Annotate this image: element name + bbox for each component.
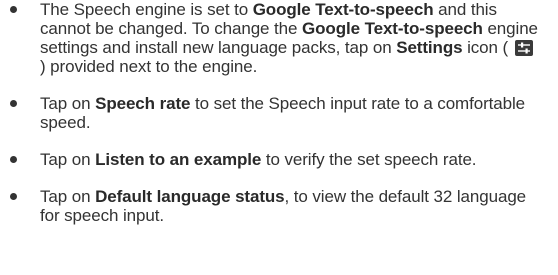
plain-text: Tap on: [40, 187, 96, 206]
bullet-list: The Speech engine is set to Google Text-…: [0, 0, 558, 243]
plain-text: Tap on: [40, 94, 96, 113]
plain-text: The Speech engine is set to: [40, 0, 253, 19]
bullet-icon: [10, 100, 17, 107]
document-page: The Speech engine is set to Google Text-…: [0, 0, 558, 275]
list-item: Tap on Speech rate to set the Speech inp…: [0, 94, 558, 132]
bold-text: Speech rate: [95, 94, 191, 113]
list-item: The Speech engine is set to Google Text-…: [0, 0, 558, 76]
item-text: Tap on Listen to an example to verify th…: [40, 150, 477, 169]
bullet-icon: [10, 6, 17, 13]
item-text: The Speech engine is set to Google Text-…: [40, 0, 538, 76]
bold-text: Settings: [396, 38, 463, 57]
bullet-icon: [10, 156, 17, 163]
list-item: Tap on Listen to an example to verify th…: [0, 150, 558, 169]
bold-text: Google Text-to-speech: [252, 0, 434, 19]
plain-text: to verify the set speech rate.: [261, 150, 477, 169]
item-text: Tap on Default language status, to view …: [40, 187, 526, 225]
bold-text: Listen to an example: [95, 150, 262, 169]
bullet-icon: [10, 193, 17, 200]
bold-text: Google Text-to-speech: [302, 19, 483, 38]
settings-sliders-icon: [514, 40, 533, 56]
plain-text: Tap on: [40, 150, 96, 169]
plain-text: icon (: [462, 38, 513, 57]
plain-text: ) provided next to the engine.: [40, 57, 258, 76]
item-text: Tap on Speech rate to set the Speech inp…: [40, 94, 525, 132]
list-item: Tap on Default language status, to view …: [0, 187, 558, 225]
bold-text: Default language status: [95, 187, 285, 206]
